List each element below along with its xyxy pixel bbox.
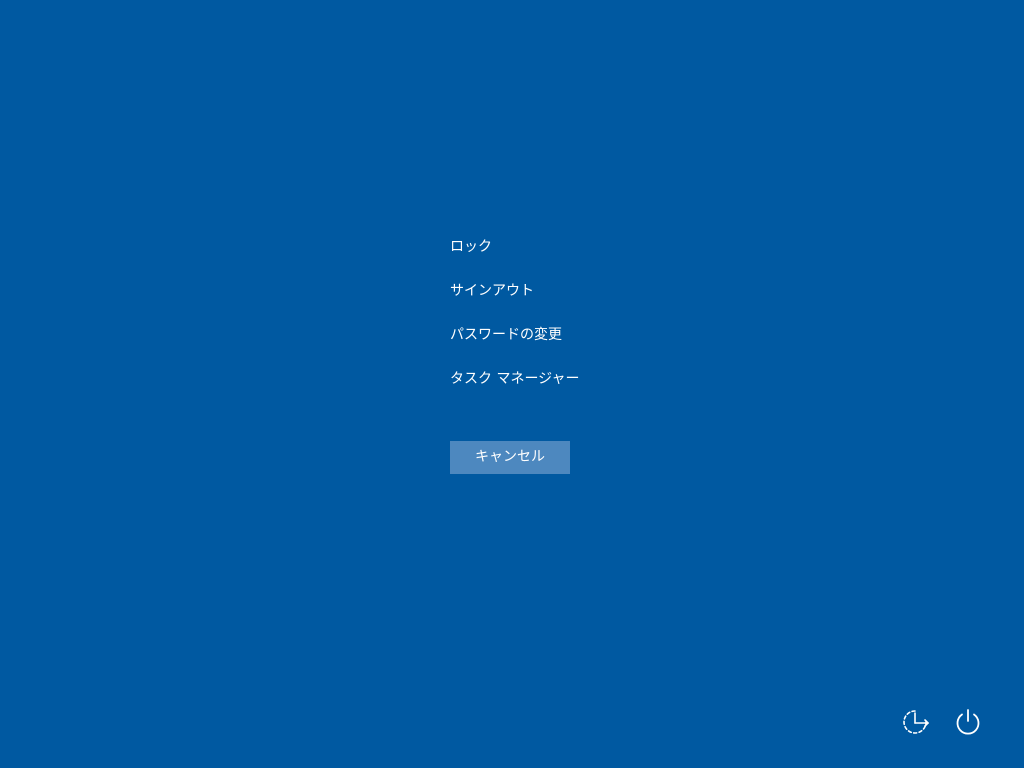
lock-option[interactable]: ロック xyxy=(450,236,750,258)
network-sleep-icon xyxy=(903,710,930,734)
security-options-screen: ロック サインアウト パスワードの変更 タスク マネージャー キャンセル xyxy=(0,0,1024,768)
cancel-button[interactable]: キャンセル xyxy=(450,441,570,474)
power-icon-button[interactable] xyxy=(952,706,984,738)
security-options-menu: ロック サインアウト パスワードの変更 タスク マネージャー xyxy=(450,236,750,412)
power-icon xyxy=(956,709,980,735)
change-password-option[interactable]: パスワードの変更 xyxy=(450,324,750,346)
task-manager-option[interactable]: タスク マネージャー xyxy=(450,368,750,390)
network-icon-button[interactable] xyxy=(900,706,932,738)
sign-out-option[interactable]: サインアウト xyxy=(450,280,750,302)
corner-controls xyxy=(900,706,984,738)
